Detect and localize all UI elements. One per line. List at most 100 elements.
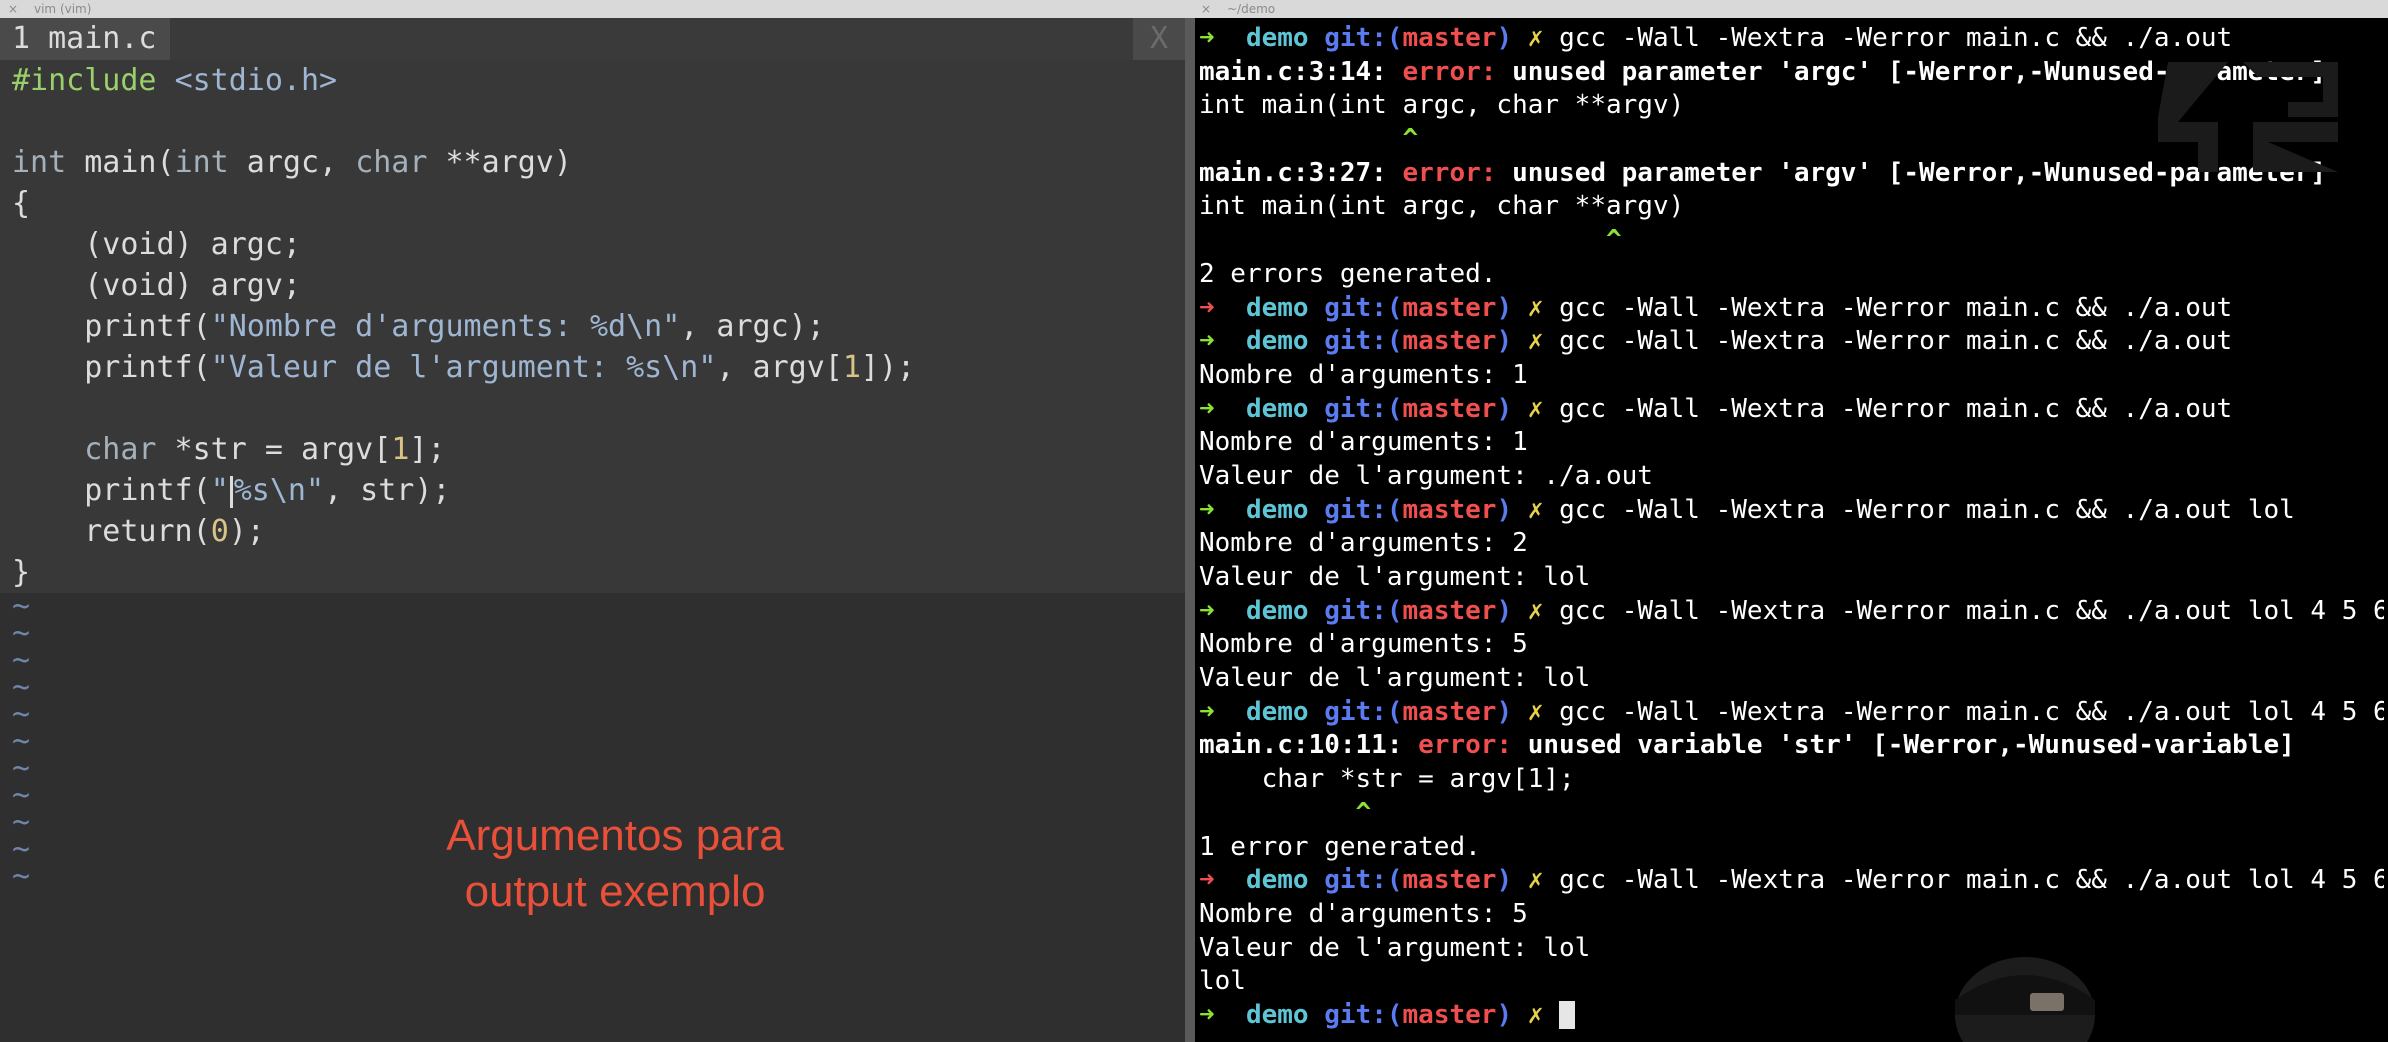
pane-divider[interactable] (1185, 18, 1195, 1042)
code-token: %s\n" (233, 473, 325, 508)
code-line[interactable] (0, 101, 1185, 142)
prompt-directory: demo (1245, 595, 1309, 626)
code-line[interactable]: printf(" %s\n", str); (0, 470, 1185, 511)
vim-tabline: 1 main.c X (0, 18, 1185, 60)
prompt-line: ➜ demo git:(master) ✗ gcc -Wall -Wextra … (1199, 864, 2384, 898)
command-text: gcc -Wall -Wextra -Werror main.c && ./a.… (1543, 595, 2384, 626)
error-caret-line: ^ (1199, 224, 2384, 258)
prompt-git-label: git:( (1324, 23, 1403, 53)
code-token: #include (12, 63, 175, 98)
prompt-git-label: git:( (1324, 999, 1403, 1030)
tab-main-c[interactable]: 1 main.c (0, 18, 170, 60)
prompt-directory: demo (1245, 393, 1309, 424)
command-text: gcc -Wall -Wextra -Werror main.c && ./a.… (1543, 292, 2233, 323)
prompt-git-label: ) (1496, 494, 1513, 525)
code-token: int (174, 145, 229, 180)
code-line[interactable]: (void) argc; (0, 224, 1185, 265)
42-logo-watermark-icon (2158, 62, 2338, 172)
command-text: gcc -Wall -Wextra -Werror main.c && ./a.… (1543, 393, 2233, 424)
compiler-error-line: main.c:10:11: error: unused variable 'st… (1199, 729, 2384, 763)
command-text: gcc -Wall -Wextra -Werror main.c && ./a.… (1543, 865, 2384, 896)
prompt-branch: master (1402, 393, 1497, 424)
output-line: Nombre d'arguments: 5 (1199, 629, 1528, 660)
prompt-line: ➜ demo git:(master) ✗ gcc -Wall -Wextra … (1199, 696, 2384, 730)
code-token: int (12, 145, 67, 180)
error-label: error: (1418, 730, 1513, 761)
empty-line-marker: ~ (12, 778, 31, 813)
prompt-line: ➜ demo git:(master) ✗ gcc -Wall -Wextra … (1199, 325, 2384, 359)
output-line: Nombre d'arguments: 1 (1199, 359, 1528, 390)
prompt-branch: master (1402, 23, 1497, 53)
prompt-git-label: git:( (1324, 696, 1403, 727)
code-line[interactable]: } (0, 552, 1185, 593)
code-line[interactable]: int main(int argc, char **argv) (0, 142, 1185, 183)
terminal[interactable]: ➜ demo git:(master) ✗ gcc -Wall -Wextra … (1195, 18, 2388, 1042)
output-line: char *str = argv[1]; (1199, 764, 1575, 795)
error-message: unused variable 'str' [-Werror,-Wunused-… (1512, 730, 2295, 761)
output-line: 1 error generated. (1199, 831, 1481, 862)
prompt-git-label: ) (1496, 595, 1513, 626)
code-line[interactable]: char *str = argv[1]; (0, 429, 1185, 470)
vim-buffer[interactable]: #include <stdio.h> int main(int argc, ch… (0, 60, 1185, 892)
code-token: *str = argv[ (156, 432, 392, 467)
code-token: } (12, 555, 31, 590)
prompt-line: ➜ demo git:(master) ✗ gcc -Wall -Wextra … (1199, 292, 2384, 326)
prompt-line: ➜ demo git:(master) ✗ gcc -Wall -Wextra … (1199, 393, 2384, 427)
prompt-branch: master (1402, 292, 1497, 323)
code-token: ]); (860, 350, 916, 385)
vim-editor[interactable]: 1 main.c X #include <stdio.h> int main(i… (0, 18, 1185, 1042)
output-line: Nombre d'arguments: 5 (1199, 898, 1528, 929)
tab-close-button[interactable]: X (1133, 18, 1185, 60)
vim-window-title: vim (vim) (34, 2, 92, 16)
prompt-git-label: git:( (1324, 393, 1403, 424)
prompt-git-label: git:( (1324, 292, 1403, 323)
prompt-directory: demo (1245, 865, 1309, 896)
prompt-arrow-icon: ➜ (1199, 23, 1246, 53)
empty-line-marker: ~ (12, 643, 31, 678)
empty-line-marker: ~ (12, 724, 31, 759)
command-text: gcc -Wall -Wextra -Werror main.c && ./a.… (1543, 494, 2295, 525)
prompt-directory: demo (1245, 326, 1309, 357)
close-icon[interactable]: × (8, 0, 22, 18)
prompt-arrow-icon: ➜ (1199, 393, 1246, 424)
code-token: <stdio.h> (174, 63, 338, 98)
prompt-line: ➜ demo git:(master) ✗ (1199, 999, 2384, 1033)
empty-line-marker: ~ (12, 697, 31, 732)
code-line[interactable]: (void) argv; (0, 265, 1185, 306)
prompt-dirty-icon: ✗ (1512, 292, 1544, 323)
prompt-line: ➜ demo git:(master) ✗ gcc -Wall -Wextra … (1199, 22, 2384, 56)
prompt-git-label: ) (1496, 393, 1513, 424)
empty-line-marker: ~ (12, 616, 31, 651)
code-token: printf( (12, 473, 211, 508)
text-cursor (229, 475, 233, 508)
output-line: Valeur de l'argument: ./a.out (1199, 460, 1653, 491)
prompt-git-label: git:( (1324, 865, 1403, 896)
prompt-dirty-icon: ✗ (1512, 494, 1544, 525)
code-token: printf( (12, 309, 211, 344)
empty-line-marker: ~ (12, 670, 31, 705)
prompt-git-label: ) (1496, 865, 1513, 896)
prompt-branch: master (1402, 595, 1497, 626)
output-line: Nombre d'arguments: 2 (1199, 528, 1528, 559)
prompt-directory: demo (1245, 999, 1309, 1030)
prompt-arrow-icon: ➜ (1199, 696, 1246, 727)
prompt-dirty-icon: ✗ (1512, 393, 1544, 424)
error-label: error: (1402, 157, 1497, 188)
code-line[interactable] (0, 388, 1185, 429)
code-line[interactable]: { (0, 183, 1185, 224)
code-line[interactable]: printf("Nombre d'arguments: %d\n", argc)… (0, 306, 1185, 347)
prompt-directory: demo (1245, 23, 1309, 53)
error-location: main.c:10:11: (1199, 730, 1419, 761)
output-line: Valeur de l'argument: lol (1199, 663, 1591, 694)
prompt-git-label: ) (1496, 23, 1513, 53)
code-line[interactable]: #include <stdio.h> (0, 60, 1185, 101)
error-label: error: (1402, 56, 1497, 87)
prompt-git-label: ) (1496, 292, 1513, 323)
presenter-webcam-icon (1955, 957, 2095, 1042)
close-icon[interactable]: × (1201, 0, 1215, 18)
prompt-git-label: ) (1496, 999, 1513, 1030)
code-line[interactable]: printf("Valeur de l'argument: %s\n", arg… (0, 347, 1185, 388)
code-line[interactable]: return(0); (0, 511, 1185, 552)
